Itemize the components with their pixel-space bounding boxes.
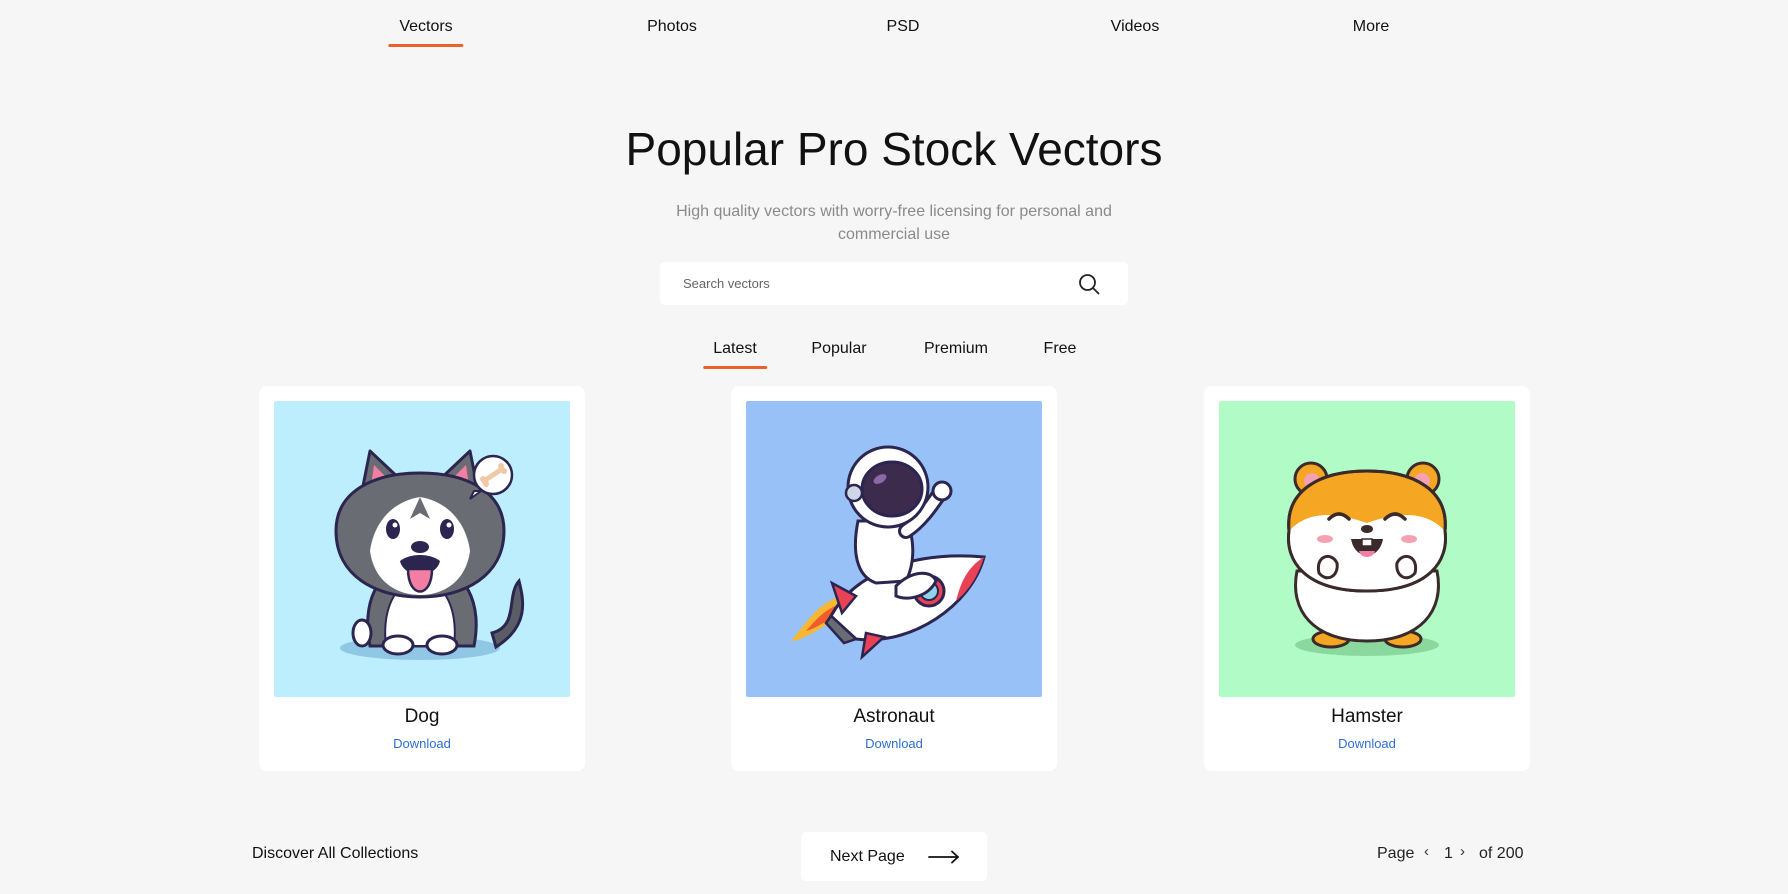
vector-card-hamster[interactable]: Hamster Download [1204,386,1530,771]
search-input[interactable] [660,262,1060,305]
tab-popular[interactable]: Popular [811,340,866,358]
search-bar [660,262,1128,305]
page-title: Popular Pro Stock Vectors [625,123,1163,175]
nav-item-videos[interactable]: Videos [1111,18,1160,36]
search-icon[interactable] [1078,273,1100,295]
nav-item-photos[interactable]: Photos [647,18,697,36]
next-page-button[interactable]: Next Page [801,832,987,881]
astronaut-illustration [746,401,1042,697]
nav-item-more[interactable]: More [1353,18,1389,36]
vector-card-astronaut[interactable]: Astronaut Download [731,386,1057,771]
current-page[interactable]: 1 [1444,845,1453,863]
chevron-left-icon[interactable]: ‹ [1424,843,1429,860]
vector-card-dog[interactable]: Dog Download [259,386,585,771]
card-title: Astronaut [853,706,935,727]
total-pages: of 200 [1479,845,1524,862]
tab-free[interactable]: Free [1044,340,1077,358]
nav-item-psd[interactable]: PSD [887,18,920,36]
nav-item-vectors[interactable]: Vectors [388,18,465,47]
top-nav: Vectors Photos PSD Videos More [0,0,1788,60]
arrow-right-icon [928,850,959,864]
tab-latest[interactable]: Latest [703,340,767,369]
chevron-right-icon[interactable]: › [1460,843,1465,860]
download-link[interactable]: Download [1204,736,1530,751]
page-subtitle: High quality vectors with worry-free lic… [676,203,1112,243]
card-thumbnail[interactable] [274,401,570,697]
next-page-label: Next Page [830,848,905,865]
card-thumbnail[interactable] [1219,401,1515,697]
download-link[interactable]: Download [731,736,1057,751]
download-link[interactable]: Download [259,736,585,751]
card-title: Dog [404,706,440,727]
discover-collections-link[interactable]: Discover All Collections [252,845,418,863]
filter-tabs: Latest Popular Premium Free [0,338,1788,374]
card-thumbnail[interactable] [746,401,1042,697]
hamster-illustration [1219,401,1515,697]
card-title: Hamster [1331,706,1403,727]
page-label: Page [1377,845,1415,862]
tab-premium[interactable]: Premium [924,340,988,358]
husky-illustration [274,401,570,697]
